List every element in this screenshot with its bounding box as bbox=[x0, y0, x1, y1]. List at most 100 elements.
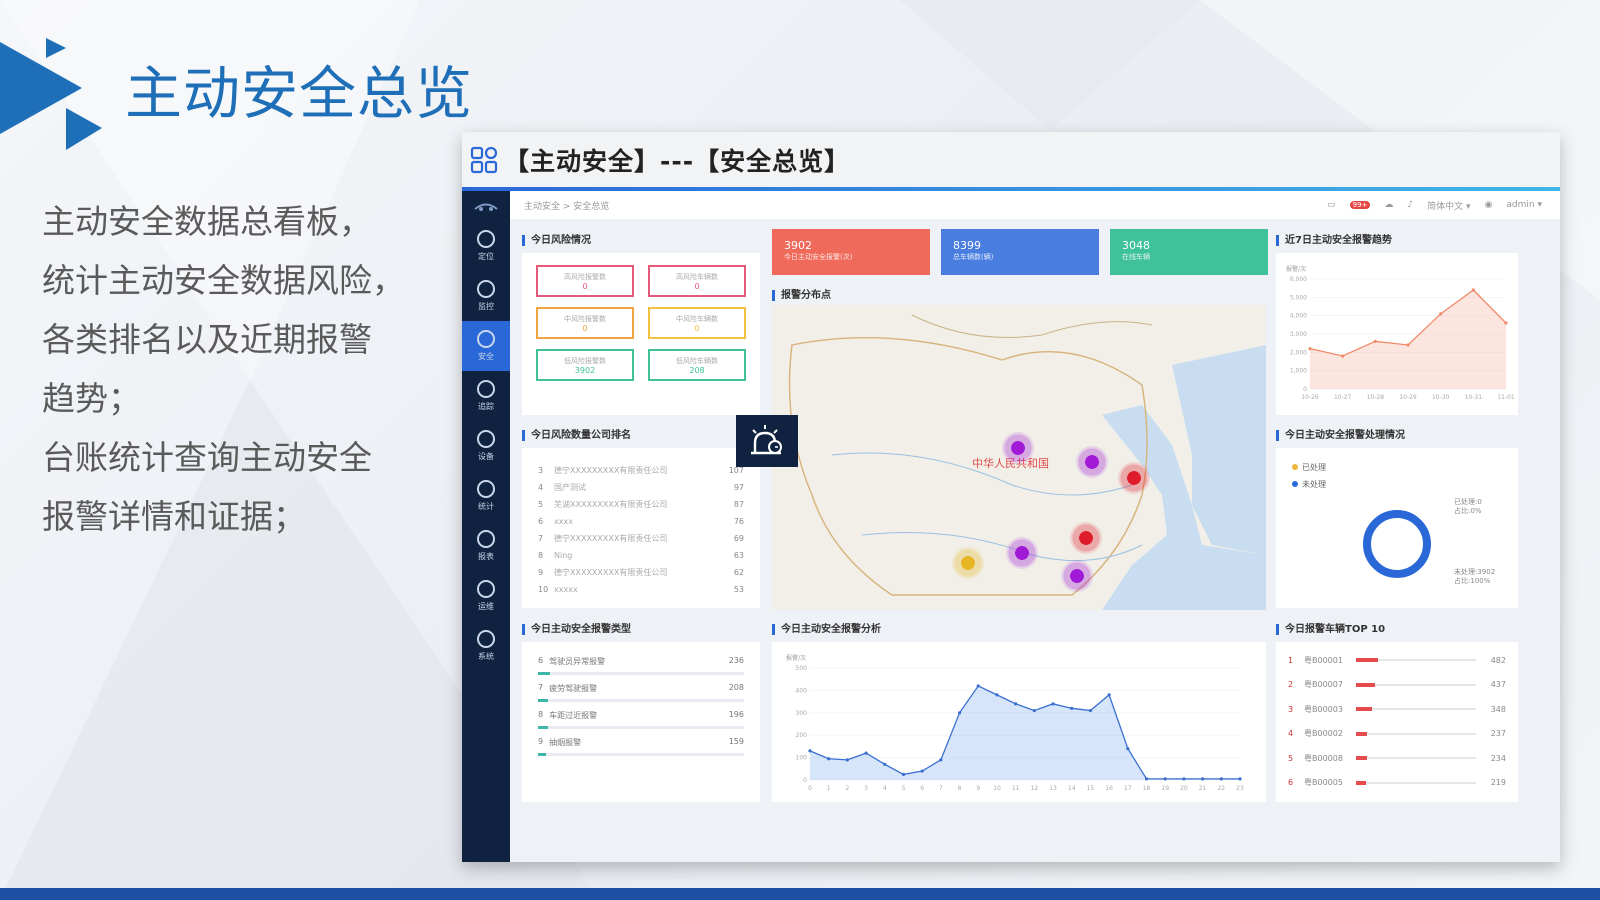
data-point[interactable] bbox=[976, 684, 980, 688]
avatar[interactable]: ◉ bbox=[1485, 200, 1493, 210]
data-point[interactable] bbox=[1126, 747, 1130, 751]
risk-box[interactable]: 中风险车辆数 0 bbox=[648, 307, 746, 339]
risk-count: 69 bbox=[733, 534, 744, 543]
data-point[interactable] bbox=[845, 758, 849, 762]
data-point[interactable] bbox=[1504, 321, 1508, 325]
x-tick-label: 22 bbox=[1217, 785, 1225, 792]
data-point[interactable] bbox=[883, 762, 887, 766]
data-point[interactable] bbox=[1014, 702, 1018, 706]
data-point[interactable] bbox=[1373, 339, 1377, 343]
stat-card[interactable]: 8399 总车辆数(辆) bbox=[941, 229, 1099, 275]
alarm-map[interactable]: 中华人民共和国 bbox=[772, 305, 1266, 610]
data-point[interactable] bbox=[939, 758, 943, 762]
alarm-cluster[interactable] bbox=[1006, 537, 1038, 569]
top10-row[interactable]: 3 粤B00003 348 bbox=[1276, 697, 1518, 722]
data-point[interactable] bbox=[995, 693, 999, 697]
breadcrumb[interactable]: 主动安全 > 安全总览 bbox=[524, 199, 609, 212]
shield-icon bbox=[477, 330, 495, 348]
data-point[interactable] bbox=[1219, 777, 1223, 781]
y-tick-label: 100 bbox=[796, 755, 808, 762]
trend-chart-card: 报警/次 6,000 5,000 4,000 3,000 2,000 1,000 0 10-26… bbox=[1276, 253, 1518, 415]
data-point[interactable] bbox=[1341, 354, 1345, 358]
sidebar-item[interactable]: 运维 bbox=[462, 571, 510, 621]
stat-card[interactable]: 3048 在线车辆 bbox=[1110, 229, 1268, 275]
top10-row[interactable]: 2 粤B00007 437 bbox=[1276, 673, 1518, 698]
risk-box[interactable]: 中风险报警数 0 bbox=[536, 307, 634, 339]
alarm-cluster[interactable] bbox=[1061, 560, 1093, 592]
sidebar-item[interactable]: 安全 bbox=[462, 321, 510, 371]
alarm-cluster[interactable] bbox=[952, 547, 984, 579]
sidebar-item[interactable]: 系统 bbox=[462, 621, 510, 671]
alarm-cluster[interactable] bbox=[1070, 522, 1102, 554]
ranking-row[interactable]: 4 国产测试 97 bbox=[522, 479, 760, 496]
unprocessed-percent: 占比:100% bbox=[1454, 577, 1491, 585]
data-point[interactable] bbox=[1144, 777, 1149, 781]
data-point[interactable] bbox=[1182, 777, 1186, 781]
alarm-cluster[interactable] bbox=[1118, 462, 1150, 494]
data-point[interactable] bbox=[1107, 693, 1111, 697]
data-point[interactable] bbox=[1308, 347, 1312, 351]
screen-icon[interactable]: ▭ bbox=[1327, 200, 1336, 210]
bell-icon[interactable]: ♪ bbox=[1407, 200, 1413, 210]
data-point[interactable] bbox=[827, 757, 831, 761]
risk-card: 高风险报警数 0 高风险车辆数 0 中风险报警数 0 中风险车辆数 0 低风险报警数 3902 低风… bbox=[522, 253, 760, 415]
data-point[interactable] bbox=[1088, 708, 1093, 713]
top10-row[interactable]: 6 粤B00005 219 bbox=[1276, 771, 1518, 796]
type-progress-fill bbox=[538, 726, 549, 729]
stat-card[interactable]: 3902 今日主动安全报警(次) bbox=[772, 229, 930, 275]
ranking-row[interactable]: 9 德宁XXXXXXXXX有限责任公司 62 bbox=[522, 564, 760, 581]
sidebar-item[interactable]: 定位 bbox=[462, 221, 510, 271]
cloud-icon[interactable]: ☁ bbox=[1384, 200, 1393, 210]
data-point[interactable] bbox=[957, 711, 962, 715]
data-point[interactable] bbox=[901, 772, 906, 776]
sidebar-item[interactable]: 设备 bbox=[462, 421, 510, 471]
vehicle-plate: 粤B00007 bbox=[1304, 680, 1343, 690]
data-point[interactable] bbox=[1201, 777, 1205, 781]
alarm-type-row[interactable]: 8 车距过近报警 196 bbox=[522, 710, 760, 737]
data-point[interactable] bbox=[920, 769, 924, 773]
donut-slice[interactable] bbox=[1363, 510, 1431, 578]
alarm-type-row[interactable]: 6 驾驶员异常报警 236 bbox=[522, 656, 760, 683]
y-tick-label: 300 bbox=[796, 710, 808, 717]
alarm-cluster[interactable] bbox=[1076, 446, 1108, 478]
ranking-row[interactable]: 8 Ning 63 bbox=[522, 547, 760, 564]
user-menu[interactable]: admin ▾ bbox=[1506, 200, 1542, 210]
sidebar-item-label: 系统 bbox=[478, 652, 494, 661]
x-tick-label: 4 bbox=[883, 785, 887, 792]
top10-row[interactable]: 1 粤B00001 482 bbox=[1276, 648, 1518, 673]
sidebar-item[interactable]: 报表 bbox=[462, 521, 510, 571]
risk-box[interactable]: 低风险车辆数 208 bbox=[648, 349, 746, 381]
ranking-row[interactable]: 5 芜湖XXXXXXXXX有限责任公司 87 bbox=[522, 496, 760, 513]
data-point[interactable] bbox=[1070, 706, 1074, 710]
ranking-row[interactable]: 10 xxxxx 53 bbox=[522, 581, 760, 598]
risk-box[interactable]: 高风险车辆数 0 bbox=[648, 265, 746, 297]
data-point[interactable] bbox=[808, 749, 812, 753]
data-point[interactable] bbox=[1238, 777, 1242, 781]
risk-box[interactable]: 高风险报警数 0 bbox=[536, 265, 634, 297]
data-point[interactable] bbox=[1406, 343, 1410, 347]
sidebar-item[interactable]: 统计 bbox=[462, 471, 510, 521]
sidebar-item[interactable]: 监控 bbox=[462, 271, 510, 321]
data-point[interactable] bbox=[1051, 702, 1055, 706]
language-select[interactable]: 简体中文 ▾ bbox=[1427, 199, 1470, 212]
data-point[interactable] bbox=[1439, 312, 1443, 316]
data-point[interactable] bbox=[864, 751, 868, 755]
ranking-row[interactable]: 6 xxxx 76 bbox=[522, 513, 760, 530]
ranking-row[interactable]: 3 德宁XXXXXXXXX有限责任公司 107 bbox=[522, 462, 760, 479]
alarm-type-row[interactable]: 9 抽烟报警 159 bbox=[522, 737, 760, 764]
top10-row[interactable]: 4 粤B00002 237 bbox=[1276, 722, 1518, 747]
top-navbar: 主动安全 > 安全总览 ▭ 99+ ☁ ♪ 简体中文 ▾ ◉ admin ▾ bbox=[510, 191, 1560, 219]
top10-row[interactable]: 5 粤B00008 234 bbox=[1276, 746, 1518, 771]
data-point[interactable] bbox=[1471, 288, 1475, 292]
alarm-type-row[interactable]: 7 疲劳驾驶报警 208 bbox=[522, 683, 760, 710]
data-point[interactable] bbox=[1163, 777, 1167, 781]
rank-number: 7 bbox=[538, 534, 544, 543]
risk-box[interactable]: 低风险报警数 3902 bbox=[536, 349, 634, 381]
data-point[interactable] bbox=[1032, 708, 1036, 713]
notification-badge[interactable]: 99+ bbox=[1349, 201, 1371, 209]
alarm-cluster[interactable] bbox=[1002, 432, 1034, 464]
ranking-row[interactable]: 7 德宁XXXXXXXXX有限责任公司 69 bbox=[522, 530, 760, 547]
risk-box-value: 0 bbox=[582, 323, 588, 333]
sidebar-item[interactable]: 追踪 bbox=[462, 371, 510, 421]
y-tick-label: 1,000 bbox=[1290, 368, 1307, 375]
